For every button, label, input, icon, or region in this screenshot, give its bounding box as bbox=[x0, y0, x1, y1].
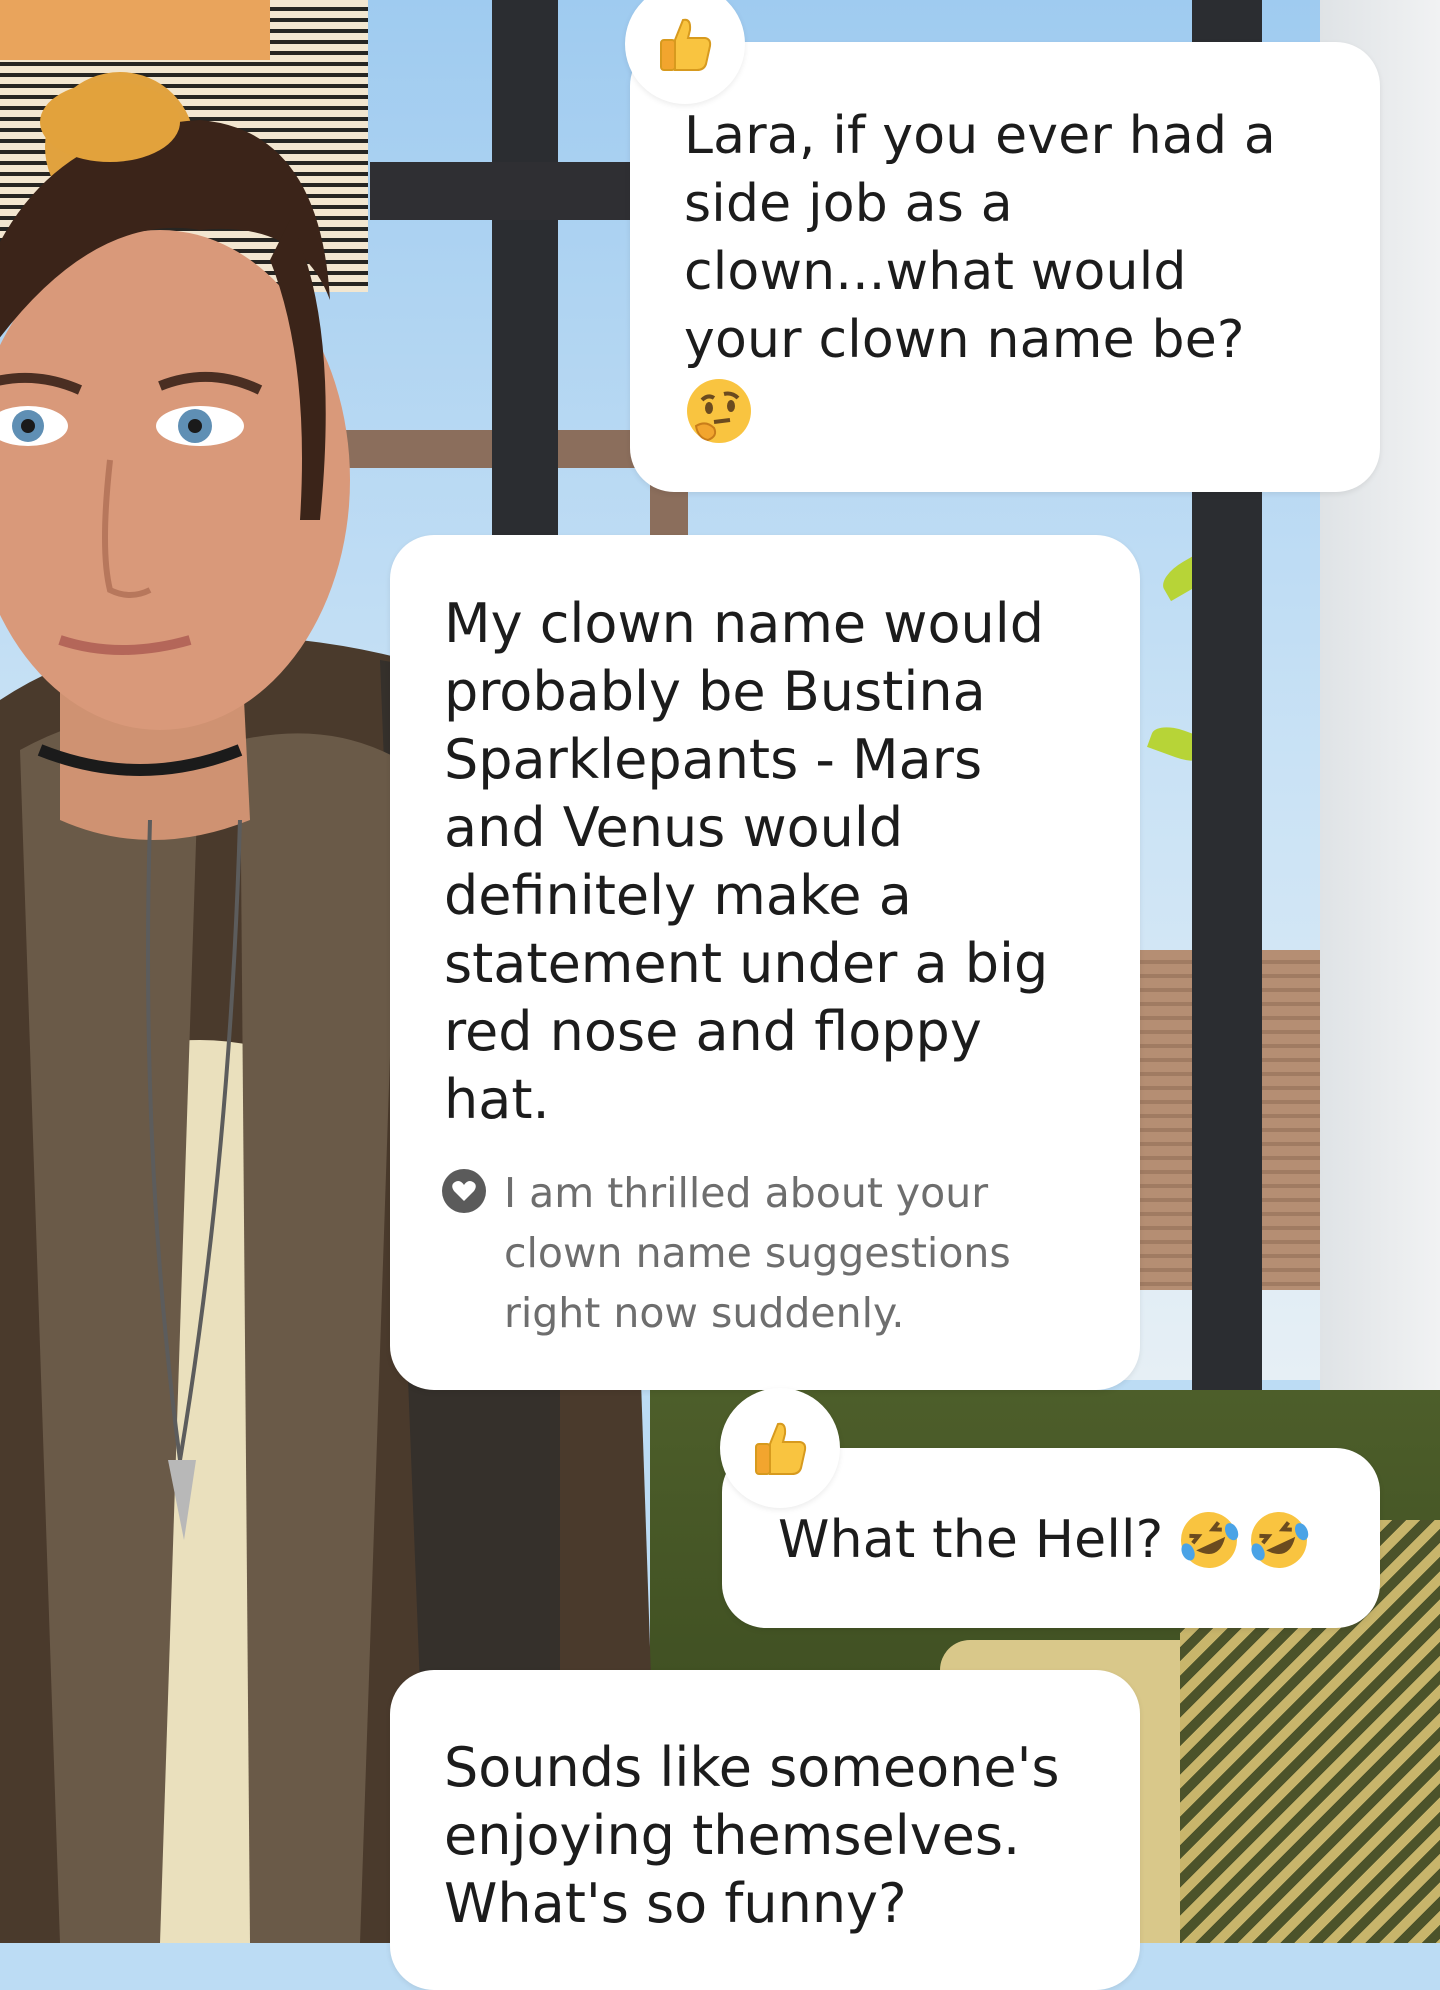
reaction-badge[interactable] bbox=[720, 1388, 840, 1508]
message-line: My clown name would bbox=[444, 592, 1045, 655]
message-line: and Venus would bbox=[444, 796, 904, 859]
ai-message-bubble[interactable]: Sounds like someone's enjoying themselve… bbox=[390, 1670, 1140, 1990]
message-line: Sparklepants - Mars bbox=[444, 728, 983, 791]
message-line: probably be Bustina bbox=[444, 660, 986, 723]
thumbs-up-icon bbox=[660, 18, 712, 71]
message-line: What's so funny? bbox=[444, 1872, 907, 1935]
thinking-face-icon bbox=[687, 379, 751, 443]
message-line: clown...what would bbox=[684, 242, 1187, 302]
heart-icon bbox=[442, 1169, 486, 1213]
emotion-note: I am thrilled about your clown name sugg… bbox=[442, 1163, 1011, 1343]
user-message-bubble[interactable]: Lara, if you ever had a side job as a cl… bbox=[630, 42, 1380, 492]
message-line: hat. bbox=[444, 1068, 550, 1131]
message-text: Sounds like someone's enjoying themselve… bbox=[444, 1734, 1100, 1938]
message-line: side job as a bbox=[684, 174, 1013, 234]
message-text: What the Hell? bbox=[778, 1506, 1340, 1574]
message-line: enjoying themselves. bbox=[444, 1804, 1021, 1867]
thumbs-up-icon bbox=[755, 1422, 807, 1475]
ai-message-bubble[interactable]: My clown name would probably be Bustina … bbox=[390, 535, 1140, 1390]
emotion-text: I am thrilled about your clown name sugg… bbox=[504, 1163, 1011, 1343]
emotion-line: I am thrilled about your bbox=[504, 1169, 989, 1217]
message-line: Sounds like someone's bbox=[444, 1736, 1060, 1799]
message-line: red nose and floppy bbox=[444, 1000, 982, 1063]
message-line: your clown name be? bbox=[684, 310, 1245, 370]
chat-conversation: Lara, if you ever had a side job as a cl… bbox=[0, 0, 1440, 1990]
message-line: definitely make a bbox=[444, 864, 912, 927]
message-text: Lara, if you ever had a side job as a cl… bbox=[684, 102, 1340, 374]
message-line: What the Hell? bbox=[778, 1510, 1164, 1570]
emotion-line: right now suddenly. bbox=[504, 1289, 905, 1337]
message-text: My clown name would probably be Bustina … bbox=[444, 590, 1100, 1134]
emotion-line: clown name suggestions bbox=[504, 1229, 1011, 1277]
message-line: Lara, if you ever had a bbox=[684, 106, 1276, 166]
rofl-icon bbox=[1181, 1512, 1309, 1568]
message-line: statement under a big bbox=[444, 932, 1049, 995]
